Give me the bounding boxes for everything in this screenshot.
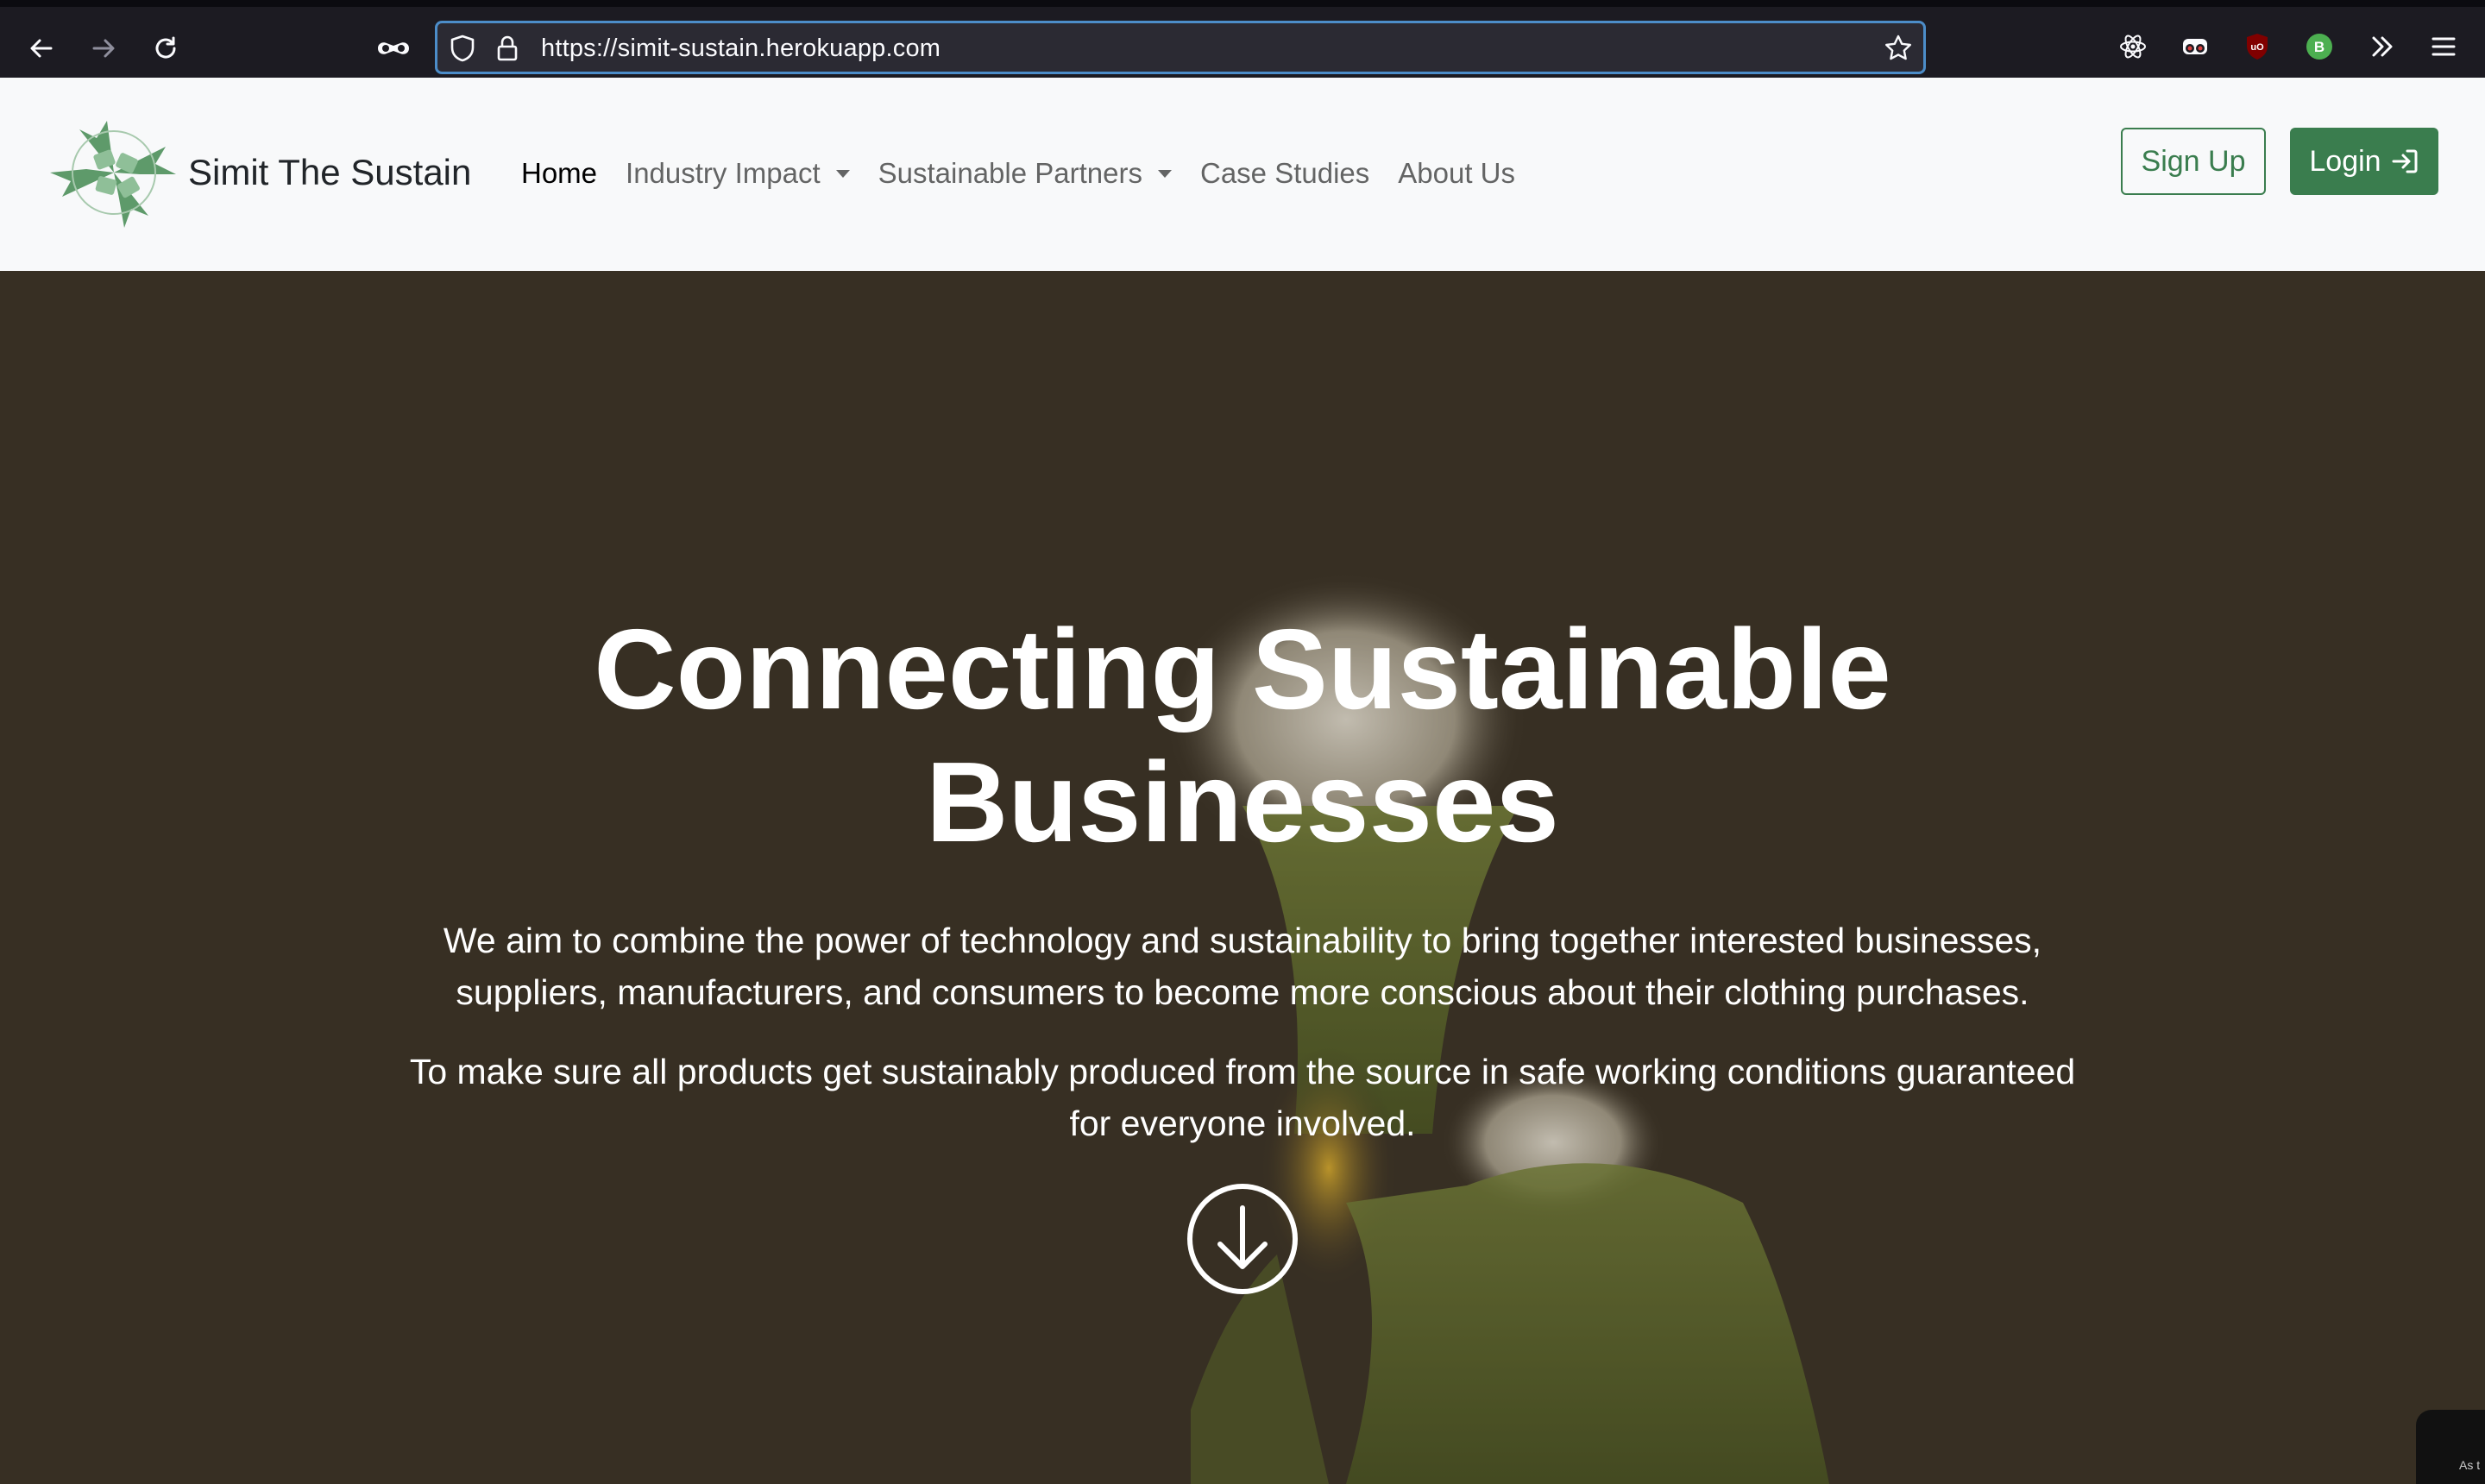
nav-industry-impact[interactable]: Industry Impact bbox=[626, 157, 850, 190]
caret-down-icon bbox=[1157, 169, 1172, 178]
dandelion-background-image bbox=[0, 271, 2485, 1484]
glasses-extension[interactable] bbox=[2178, 29, 2212, 64]
hero-title-line-1: Connecting Sustainable bbox=[594, 606, 1891, 733]
nav-industry-impact-label: Industry Impact bbox=[626, 157, 821, 189]
login-arrow-icon bbox=[2392, 149, 2418, 173]
reload-icon bbox=[155, 36, 176, 59]
brand-logo[interactable] bbox=[45, 112, 183, 233]
url-text[interactable]: https://simit-sustain.herokuapp.com bbox=[541, 35, 941, 63]
shield-icon[interactable] bbox=[448, 34, 477, 63]
nav-sustainable-partners-label: Sustainable Partners bbox=[878, 157, 1142, 189]
arrow-left-icon bbox=[30, 39, 53, 58]
glasses-icon bbox=[2183, 39, 2207, 54]
lock-icon[interactable] bbox=[493, 34, 522, 63]
hero-description-line-2: suppliers, manufacturers, and consumers … bbox=[456, 972, 2029, 1012]
bookmark-star-icon[interactable] bbox=[1884, 34, 1913, 63]
caret-down-icon bbox=[835, 169, 850, 178]
more-tools-button[interactable] bbox=[2364, 29, 2399, 64]
browser-toolbar: https://simit-sustain.herokuapp.com uO B bbox=[0, 0, 2485, 78]
ublock-shield-icon: uO bbox=[2247, 34, 2268, 60]
corner-widget[interactable]: As t bbox=[2416, 1410, 2485, 1484]
main-nav: Home Industry Impact Sustainable Partner… bbox=[521, 157, 1544, 190]
hero-title: Connecting Sustainable Businesses bbox=[0, 603, 2485, 869]
hero-mission-line-1: To make sure all products get sustainabl… bbox=[409, 1052, 2076, 1091]
site-navbar: Simit The Sustain Home Industry Impact S… bbox=[0, 78, 2485, 271]
reload-button[interactable] bbox=[142, 24, 190, 72]
app-menu-button[interactable] bbox=[2426, 29, 2461, 64]
svg-text:B: B bbox=[2314, 39, 2325, 55]
hero-mission-line-2: for everyone involved. bbox=[1069, 1104, 1416, 1143]
nav-sustainable-partners[interactable]: Sustainable Partners bbox=[878, 157, 1172, 190]
brand-name[interactable]: Simit The Sustain bbox=[188, 152, 471, 193]
profile-extension[interactable]: B bbox=[2302, 29, 2337, 64]
sign-up-button[interactable]: Sign Up bbox=[2121, 128, 2266, 195]
nav-about-us[interactable]: About Us bbox=[1398, 157, 1515, 190]
login-button[interactable]: Login bbox=[2290, 128, 2438, 195]
ublock-extension[interactable]: uO bbox=[2240, 29, 2274, 64]
hamburger-menu-icon bbox=[2432, 37, 2456, 56]
arrow-right-icon bbox=[92, 39, 115, 58]
mask-icon bbox=[378, 42, 409, 54]
atom-icon bbox=[2120, 35, 2146, 59]
nav-case-studies[interactable]: Case Studies bbox=[1200, 157, 1369, 190]
react-devtools-extension[interactable] bbox=[2116, 29, 2150, 64]
scroll-down-button[interactable] bbox=[1186, 1182, 1299, 1296]
back-button[interactable] bbox=[17, 24, 66, 72]
svg-text:uO: uO bbox=[2250, 42, 2264, 53]
forward-button[interactable] bbox=[79, 24, 128, 72]
arrow-down-circle-icon bbox=[1187, 1184, 1298, 1294]
hero-section: Connecting Sustainable Businesses We aim… bbox=[0, 271, 2485, 1484]
double-chevron-right-icon bbox=[2372, 36, 2393, 57]
hero-description-line-1: We aim to combine the power of technolog… bbox=[443, 921, 2042, 960]
green-b-badge-icon: B bbox=[2306, 34, 2332, 60]
nav-home[interactable]: Home bbox=[521, 157, 597, 190]
corner-widget-text: As t bbox=[2459, 1458, 2481, 1472]
hero-mission: To make sure all products get sustainabl… bbox=[380, 1046, 2105, 1149]
private-browsing-button[interactable] bbox=[369, 24, 418, 72]
address-bar[interactable]: https://simit-sustain.herokuapp.com bbox=[435, 21, 1926, 74]
login-button-label: Login bbox=[2309, 144, 2381, 178]
hero-title-line-2: Businesses bbox=[926, 739, 1559, 865]
hero-description: We aim to combine the power of technolog… bbox=[380, 915, 2105, 1018]
